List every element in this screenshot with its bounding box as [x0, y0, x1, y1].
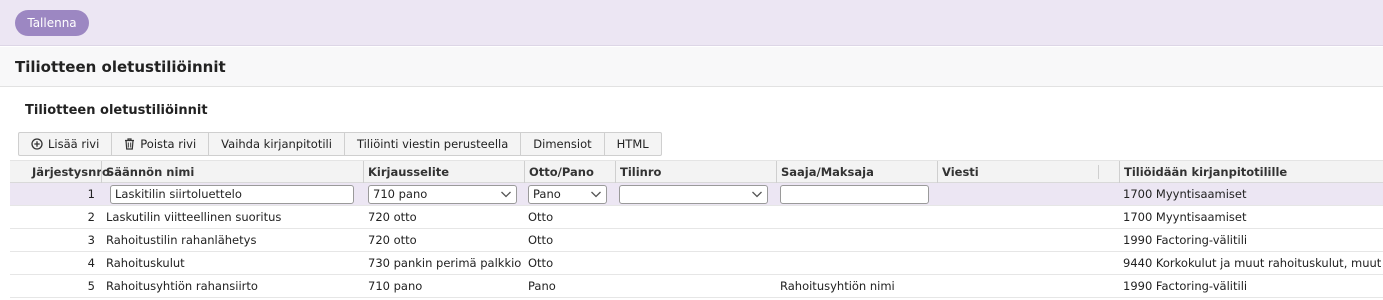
- page-title: Tiliotteen oletustiliöinnit: [15, 58, 226, 76]
- col-payee[interactable]: Saaja/Maksaja: [776, 161, 874, 183]
- row-rule-name: Laskutilin viitteellinen suoritus: [106, 210, 282, 224]
- table-row[interactable]: 4 Rahoituskulut 730 pankin perimä palkki…: [10, 252, 1383, 275]
- row-order: 2: [87, 210, 95, 224]
- html-label: HTML: [616, 137, 649, 151]
- row-message: [941, 229, 1091, 251]
- col-message[interactable]: Viesti: [937, 161, 979, 183]
- row-payee: [780, 229, 930, 251]
- plus-circle-icon: [31, 138, 43, 150]
- row-message: [941, 275, 1091, 297]
- chevron-down-icon: [752, 191, 762, 198]
- table-row[interactable]: 2 Laskutilin viitteellinen suoritus 720 …: [10, 206, 1383, 229]
- col-entry-text[interactable]: Kirjausselite: [363, 161, 449, 183]
- row-message: [941, 206, 1091, 228]
- row-target-account: 1990 Factoring-välitili: [1123, 233, 1248, 247]
- col-rule-name[interactable]: Säännön nimi: [101, 161, 194, 183]
- dimensions-button[interactable]: Dimensiot: [521, 133, 605, 155]
- row-payee: [780, 206, 930, 228]
- row-rule-name: Rahoitusyhtiön rahansiirto: [106, 279, 258, 293]
- row-order: 5: [87, 279, 95, 293]
- row-message: [941, 252, 1091, 274]
- row-entry-text: 720 otto: [368, 233, 417, 247]
- top-action-bar: Tallenna: [0, 0, 1383, 46]
- add-row-label: Lisää rivi: [48, 137, 100, 151]
- grid-toolbar: Lisää rivi Poista rivi Vaihda kirjanpito…: [18, 132, 662, 156]
- account-no-select[interactable]: [619, 185, 768, 204]
- row-entry-text: 730 pankin perimä palkkio: [368, 256, 522, 270]
- html-button[interactable]: HTML: [605, 133, 661, 155]
- col-order[interactable]: Järjestysnro: [28, 161, 110, 183]
- default-postings-grid: Järjestysnro Säännön nimi Kirjausselite …: [10, 160, 1383, 298]
- out-in-select[interactable]: Pano: [528, 185, 607, 204]
- row-payee: [780, 252, 930, 274]
- row-account-no: [619, 206, 769, 228]
- grid-header: Järjestysnro Säännön nimi Kirjausselite …: [10, 160, 1383, 183]
- row-account-no: [619, 275, 769, 297]
- rule-name-input[interactable]: Laskitilin siirtoluettelo: [110, 185, 354, 204]
- row-payee: Rahoitusyhtiön nimi: [780, 279, 895, 293]
- row-out-in: Otto: [528, 256, 554, 270]
- row-rule-name: Rahoitustilin rahanlähetys: [106, 233, 257, 247]
- row-account-no: [619, 252, 769, 274]
- table-row[interactable]: 1 Laskitilin siirtoluettelo 710 pano Pan…: [10, 183, 1383, 206]
- row-rule-name: Rahoituskulut: [106, 256, 185, 270]
- delete-row-button[interactable]: Poista rivi: [112, 133, 210, 155]
- row-out-in: Otto: [528, 210, 554, 224]
- row-order: 4: [87, 256, 95, 270]
- entry-text-value: 710 pano: [373, 187, 428, 201]
- row-target-account: 1700 Myyntisaamiset: [1123, 210, 1247, 224]
- delete-row-label: Poista rivi: [140, 137, 197, 151]
- col-out-in[interactable]: Otto/Pano: [524, 161, 594, 183]
- payee-input[interactable]: [780, 185, 929, 204]
- row-target-account: 1990 Factoring-välitili: [1123, 279, 1248, 293]
- change-account-button[interactable]: Vaihda kirjanpitotili: [209, 133, 345, 155]
- account-by-message-button[interactable]: Tiliöinti viestin perusteella: [345, 133, 522, 155]
- row-order: 3: [87, 233, 95, 247]
- page-header: Tiliotteen oletustiliöinnit: [0, 47, 1383, 87]
- entry-text-select[interactable]: 710 pano: [368, 185, 517, 204]
- col-separator: [1098, 165, 1099, 179]
- row-message: [941, 183, 1091, 205]
- out-in-value: Pano: [533, 187, 561, 201]
- chevron-down-icon: [591, 191, 601, 198]
- row-account-no: [619, 229, 769, 251]
- trash-icon: [125, 138, 135, 150]
- row-target-account: 1700 Myyntisaamiset: [1123, 187, 1247, 201]
- dimensions-label: Dimensiot: [533, 137, 592, 151]
- chevron-down-icon: [501, 191, 511, 198]
- table-row[interactable]: 3 Rahoitustilin rahanlähetys 720 otto Ot…: [10, 229, 1383, 252]
- row-out-in: Otto: [528, 233, 554, 247]
- account-by-message-label: Tiliöinti viestin perusteella: [356, 137, 509, 151]
- row-entry-text: 720 otto: [368, 210, 417, 224]
- row-order: 1: [87, 187, 95, 201]
- row-target-account: 9440 Korkokulut ja muut rahoituskulut, m…: [1123, 256, 1382, 270]
- change-account-label: Vaihda kirjanpitotili: [221, 137, 332, 151]
- add-row-button[interactable]: Lisää rivi: [19, 133, 113, 155]
- col-target-account[interactable]: Tiliöidään kirjanpitotilille: [1119, 161, 1287, 183]
- section-title: Tiliotteen oletustiliöinnit: [25, 103, 208, 118]
- save-button[interactable]: Tallenna: [15, 10, 89, 36]
- col-account-no[interactable]: Tilinro: [615, 161, 661, 183]
- table-row[interactable]: 5 Rahoitusyhtiön rahansiirto 710 pano Pa…: [10, 275, 1383, 298]
- row-entry-text: 710 pano: [368, 279, 423, 293]
- row-out-in: Pano: [528, 279, 556, 293]
